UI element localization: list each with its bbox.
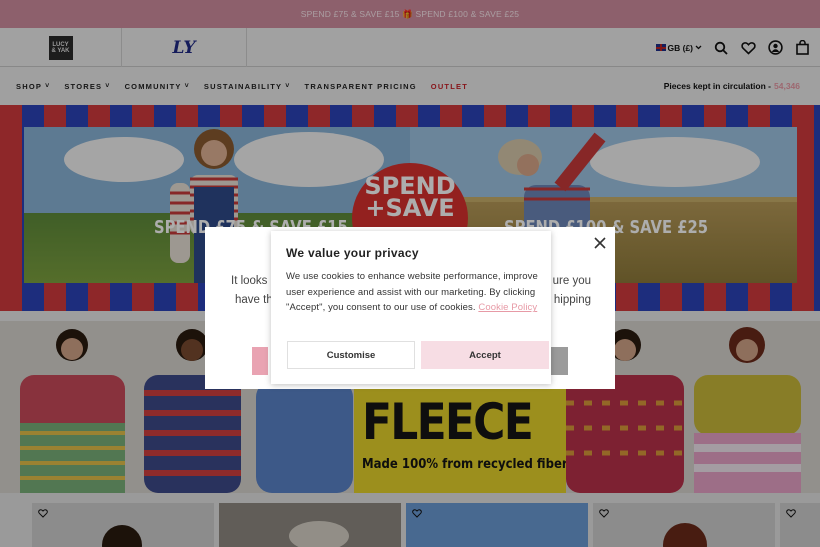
cookie-consent-modal: We value your privacy We use cookies to …: [271, 231, 551, 384]
accept-button[interactable]: Accept: [421, 341, 549, 369]
region-text-line1-end: ure you: [552, 275, 591, 287]
region-switch-button[interactable]: [550, 347, 568, 375]
cookie-body: We use cookies to enhance website perfor…: [286, 269, 538, 316]
customise-button[interactable]: Customise: [287, 341, 415, 369]
region-stay-button[interactable]: [252, 347, 268, 375]
close-icon[interactable]: [593, 236, 607, 250]
region-text-line2: have th: [235, 294, 273, 306]
region-text-line1: It looks: [231, 275, 268, 287]
cookie-title: We value your privacy: [286, 246, 419, 260]
cookie-policy-link[interactable]: Cookie Policy: [478, 302, 537, 313]
region-text-line2-end: hipping: [553, 294, 591, 306]
